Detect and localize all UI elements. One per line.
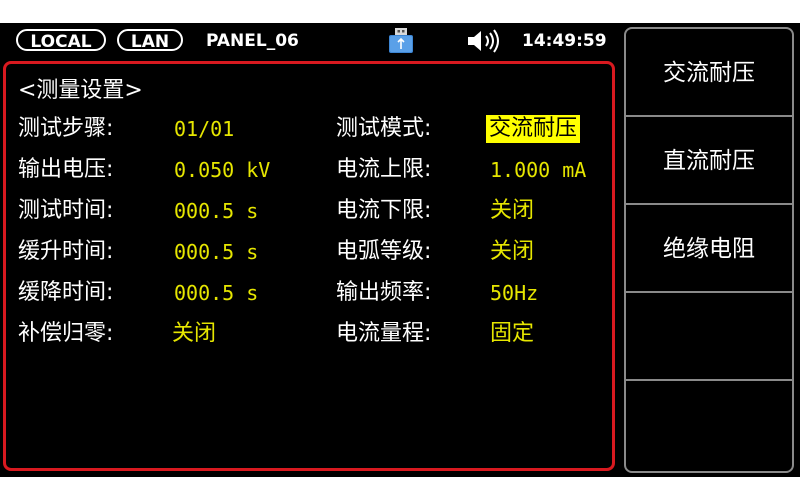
measurement-settings-panel: <测量设置> 测试步骤: 01/01 输出电压: 0.050 kV 测试时间: … <box>3 61 615 471</box>
softkey-column: 交流耐压 直流耐压 绝缘电阻 <box>624 27 794 473</box>
panel-name: PANEL_06 <box>206 31 299 51</box>
offset-zero-value[interactable]: 关闭 <box>172 319 216 349</box>
offset-zero-label: 补偿归零: <box>18 321 114 346</box>
softkey-dc-withstand[interactable]: 直流耐压 <box>626 117 792 205</box>
ramp-down-time-label: 缓降时间: <box>18 280 114 305</box>
test-time-label: 测试时间: <box>18 198 114 223</box>
current-high-limit-value[interactable]: 1.000 mA <box>490 155 586 185</box>
test-time-value[interactable]: 000.5 s <box>174 196 258 226</box>
softkey-empty-4[interactable] <box>626 293 792 381</box>
usb-drive-icon <box>389 28 413 53</box>
output-voltage-label: 输出电压: <box>18 157 114 182</box>
test-step-value[interactable]: 01/01 <box>174 114 234 144</box>
speaker-volume-icon <box>468 29 499 53</box>
current-range-value[interactable]: 固定 <box>490 319 534 349</box>
arc-level-value[interactable]: 关闭 <box>490 237 534 267</box>
current-range-label: 电流量程: <box>336 321 432 346</box>
ramp-down-time-value[interactable]: 000.5 s <box>174 278 258 308</box>
output-voltage-value[interactable]: 0.050 kV <box>174 155 270 185</box>
arc-level-label: 电弧等级: <box>336 239 432 264</box>
ramp-up-time-value[interactable]: 000.5 s <box>174 237 258 267</box>
current-low-limit-label: 电流下限: <box>336 198 432 223</box>
output-frequency-value[interactable]: 50Hz <box>490 278 538 308</box>
softkey-insulation-resistance[interactable]: 绝缘电阻 <box>626 205 792 293</box>
current-high-limit-label: 电流上限: <box>336 157 432 182</box>
clock: 14:49:59 <box>522 31 607 51</box>
panel-title: <测量设置> <box>18 78 143 103</box>
test-mode-label: 测试模式: <box>336 116 432 141</box>
lan-indicator[interactable]: LAN <box>117 29 183 52</box>
output-frequency-label: 输出频率: <box>336 280 432 305</box>
current-low-limit-value[interactable]: 关闭 <box>490 196 534 226</box>
softkey-ac-withstand[interactable]: 交流耐压 <box>626 29 792 117</box>
softkey-empty-5[interactable] <box>626 381 792 469</box>
ramp-up-time-label: 缓升时间: <box>18 239 114 264</box>
status-bar: LOCAL LAN PANEL_06 14:49:59 <box>0 23 622 59</box>
test-mode-value[interactable]: 交流耐压 <box>486 115 581 143</box>
test-step-label: 测试步骤: <box>18 116 114 141</box>
local-indicator[interactable]: LOCAL <box>16 29 106 52</box>
